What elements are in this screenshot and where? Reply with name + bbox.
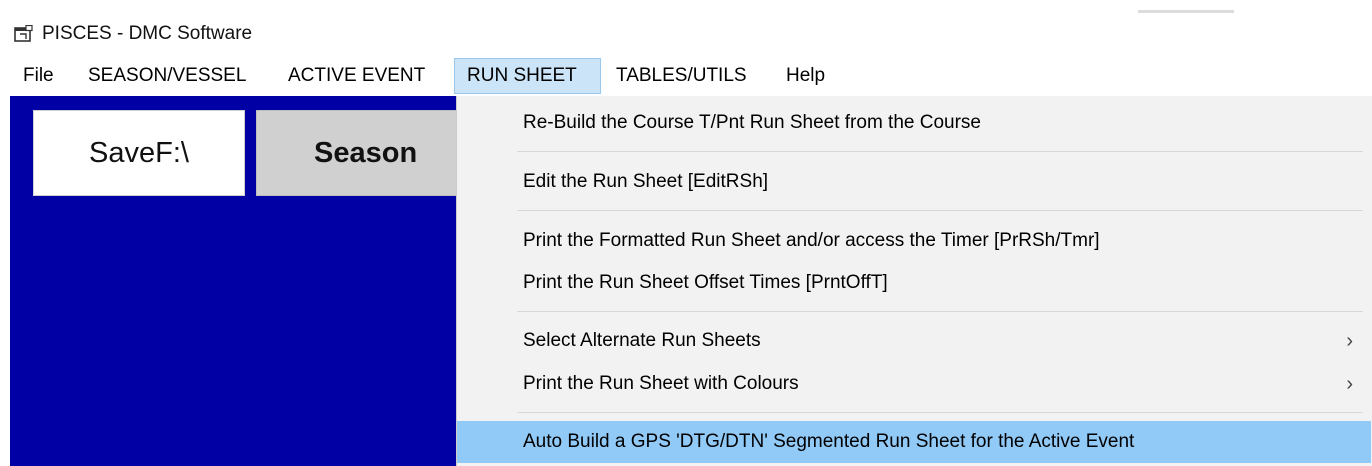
menu-help[interactable]: Help	[774, 58, 837, 94]
menu-separator	[517, 311, 1363, 312]
menu-item-label: Re-Build the Course T/Pnt Run Sheet from…	[523, 112, 981, 133]
menu-separator	[517, 151, 1363, 152]
title-bar: PISCES - DMC Software	[0, 0, 1372, 62]
menu-item-rebuild-course-run-sheet[interactable]: Re-Build the Course T/Pnt Run Sheet from…	[457, 102, 1371, 144]
menu-item-label: Auto Build a GPS 'DTG/DTN' Segmented Run…	[523, 431, 1135, 452]
run-sheet-dropdown: Re-Build the Course T/Pnt Run Sheet from…	[456, 96, 1372, 466]
menu-item-print-offset-times[interactable]: Print the Run Sheet Offset Times [PrntOf…	[457, 262, 1371, 304]
menu-active-event[interactable]: ACTIVE EVENT	[276, 58, 437, 94]
save-drive-button[interactable]: SaveF:\	[33, 110, 245, 196]
menu-separator	[517, 412, 1363, 413]
menu-tables-utils[interactable]: TABLES/UTILS	[604, 58, 759, 94]
menu-run-sheet[interactable]: RUN SHEET	[454, 58, 601, 94]
menu-item-label: Select Alternate Run Sheets	[523, 330, 761, 351]
title-bar-edge	[1138, 10, 1234, 13]
menu-file[interactable]: File	[11, 58, 66, 94]
menu-separator	[517, 210, 1363, 211]
menu-item-label: Edit the Run Sheet [EditRSh]	[523, 171, 769, 192]
chevron-right-icon: ›	[1346, 330, 1353, 352]
menu-item-label: Print the Formatted Run Sheet and/or acc…	[523, 230, 1100, 251]
app-window-icon	[14, 25, 33, 42]
menu-bar: File SEASON/VESSEL ACTIVE EVENT RUN SHEE…	[0, 58, 1372, 94]
menu-item-auto-build-gps-run-sheet[interactable]: Auto Build a GPS 'DTG/DTN' Segmented Run…	[457, 421, 1371, 463]
chevron-right-icon: ›	[1346, 373, 1353, 395]
menu-item-edit-run-sheet[interactable]: Edit the Run Sheet [EditRSh]	[457, 161, 1371, 203]
menu-item-label: Print the Run Sheet with Colours	[523, 373, 799, 394]
window-title: PISCES - DMC Software	[42, 23, 253, 44]
menu-season-vessel[interactable]: SEASON/VESSEL	[76, 58, 258, 94]
menu-item-label: Print the Run Sheet Offset Times [PrntOf…	[523, 272, 888, 293]
season-button[interactable]: Season	[256, 110, 461, 196]
menu-item-print-with-colours[interactable]: Print the Run Sheet with Colours ›	[457, 363, 1371, 405]
menu-item-print-formatted-run-sheet[interactable]: Print the Formatted Run Sheet and/or acc…	[457, 220, 1371, 262]
menu-item-select-alternate-run-sheets[interactable]: Select Alternate Run Sheets ›	[457, 320, 1371, 362]
